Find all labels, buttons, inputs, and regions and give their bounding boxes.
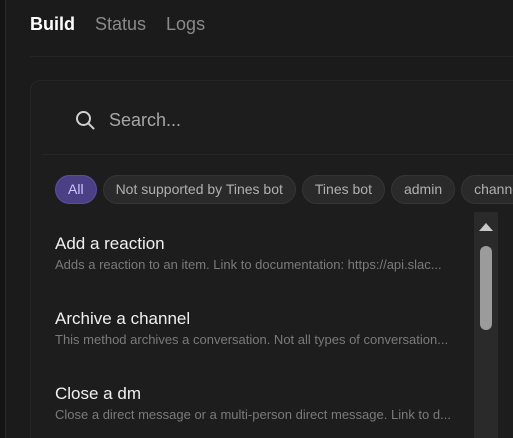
header-divider — [30, 56, 513, 57]
filter-chip-channels[interactable]: channels — [461, 175, 513, 204]
scroll-thumb[interactable] — [480, 246, 492, 330]
action-title: Archive a channel — [55, 309, 191, 328]
tab-bar: Build Status Logs — [30, 12, 205, 36]
filter-chip-all[interactable]: All — [55, 175, 97, 204]
list-scrollbar[interactable] — [474, 212, 498, 438]
search-divider — [42, 154, 513, 155]
action-title: Close a dm — [55, 384, 141, 403]
filter-chip-tines-bot[interactable]: Tines bot — [301, 175, 385, 204]
tab-build[interactable]: Build — [30, 14, 75, 35]
search-input[interactable] — [109, 109, 513, 131]
action-item[interactable]: Close a dm Close a direct message or a m… — [55, 360, 470, 435]
filter-chip-admin[interactable]: admin — [390, 175, 456, 204]
action-description: Adds a reaction to an item. Link to docu… — [55, 257, 442, 272]
scroll-up-arrow-icon[interactable] — [478, 222, 494, 232]
search-bar — [42, 92, 513, 148]
action-description: Close a direct message or a multi-person… — [55, 407, 451, 422]
filter-chips: All Not supported by Tines bot Tines bot… — [55, 175, 513, 205]
filter-chip-not-supported[interactable]: Not supported by Tines bot — [102, 175, 296, 204]
left-rail — [0, 0, 6, 438]
tab-status[interactable]: Status — [95, 14, 146, 35]
action-item[interactable]: Archive a channel This method archives a… — [55, 285, 470, 360]
search-icon — [76, 111, 95, 130]
action-item[interactable]: Add a reaction Adds a reaction to an ite… — [55, 210, 470, 285]
tab-logs[interactable]: Logs — [166, 14, 205, 35]
action-description: This method archives a conversation. Not… — [55, 332, 449, 347]
action-title: Add a reaction — [55, 234, 165, 253]
action-list: Add a reaction Adds a reaction to an ite… — [55, 210, 470, 438]
